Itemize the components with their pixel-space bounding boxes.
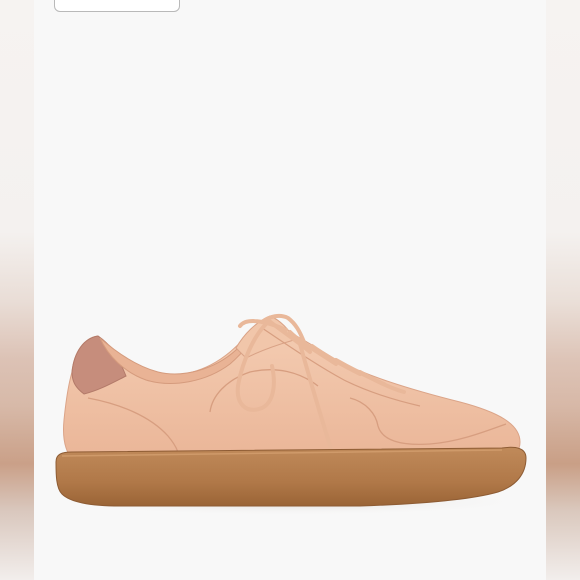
- image-frame: [0, 0, 580, 580]
- sneaker-illustration: [45, 313, 535, 516]
- gum-sole: [55, 446, 527, 507]
